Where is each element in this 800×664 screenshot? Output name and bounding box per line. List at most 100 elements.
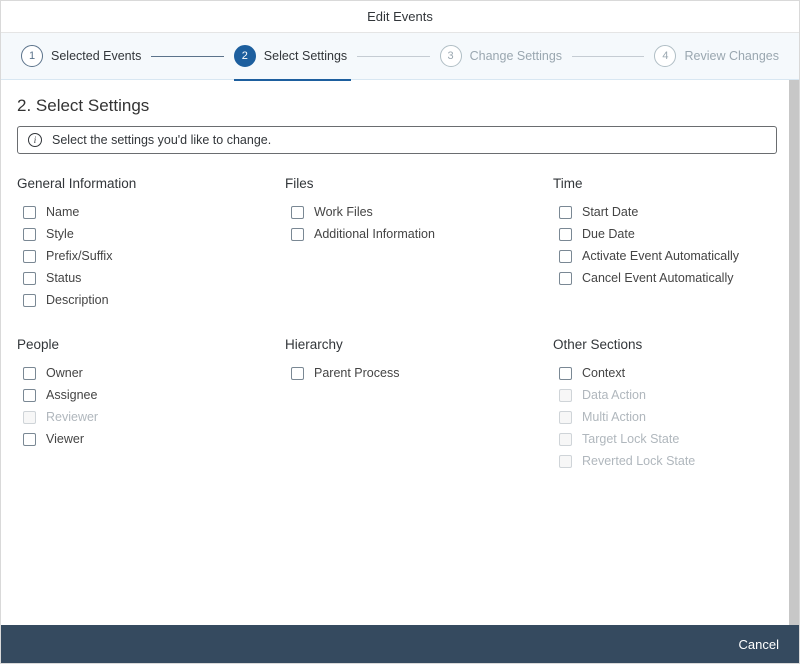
checkbox-due-date[interactable]: Due Date	[553, 223, 777, 245]
wizard-steps: 1 Selected Events 2 Select Settings 3 Ch…	[1, 33, 799, 80]
group-title: General Information	[17, 176, 241, 191]
group-people: People Owner Assignee Reviewer Viewer	[17, 337, 241, 472]
checkbox-label: Work Files	[314, 205, 373, 219]
checkbox-icon[interactable]	[23, 272, 36, 285]
checkbox-icon[interactable]	[559, 206, 572, 219]
checkbox-icon[interactable]	[559, 272, 572, 285]
checkbox-icon[interactable]	[291, 228, 304, 241]
step-label: Select Settings	[264, 49, 347, 63]
checkbox-icon[interactable]	[23, 433, 36, 446]
step-label: Change Settings	[470, 49, 562, 63]
checkbox-label: Viewer	[46, 432, 84, 446]
group-time: Time Start Date Due Date Activate Event …	[553, 176, 777, 311]
checkbox-start-date[interactable]: Start Date	[553, 201, 777, 223]
checkbox-icon[interactable]	[559, 367, 572, 380]
group-title: Time	[553, 176, 777, 191]
checkbox-icon[interactable]	[291, 367, 304, 380]
checkbox-label: Owner	[46, 366, 83, 380]
checkbox-icon[interactable]	[291, 206, 304, 219]
step-number: 4	[654, 45, 676, 67]
step-number: 2	[234, 45, 256, 67]
checkbox-label: Description	[46, 293, 109, 307]
checkbox-label: Additional Information	[314, 227, 435, 241]
dialog-body: 2. Select Settings i Select the settings…	[1, 80, 799, 625]
step-change-settings: 3 Change Settings	[440, 45, 562, 67]
checkbox-context[interactable]: Context	[553, 362, 777, 384]
checkbox-label: Reverted Lock State	[582, 454, 695, 468]
checkbox-icon[interactable]	[23, 228, 36, 241]
checkbox-data-action: Data Action	[553, 384, 777, 406]
checkbox-status[interactable]: Status	[17, 267, 241, 289]
checkbox-icon[interactable]	[23, 250, 36, 263]
checkbox-label: Style	[46, 227, 74, 241]
checkbox-icon[interactable]	[23, 294, 36, 307]
group-general: General Information Name Style Prefix/Su…	[17, 176, 241, 311]
checkbox-icon	[559, 433, 572, 446]
checkbox-icon	[559, 389, 572, 402]
checkbox-cancel-event-automatically[interactable]: Cancel Event Automatically	[553, 267, 777, 289]
checkbox-target-lock-state: Target Lock State	[553, 428, 777, 450]
cancel-button[interactable]: Cancel	[739, 637, 779, 652]
checkbox-label: Reviewer	[46, 410, 98, 424]
checkbox-label: Start Date	[582, 205, 638, 219]
step-connector	[572, 56, 644, 57]
checkbox-reverted-lock-state: Reverted Lock State	[553, 450, 777, 472]
step-number: 1	[21, 45, 43, 67]
info-text: Select the settings you'd like to change…	[52, 133, 271, 147]
group-title: Hierarchy	[285, 337, 509, 352]
scrollbar[interactable]	[789, 80, 799, 625]
checkbox-style[interactable]: Style	[17, 223, 241, 245]
checkbox-label: Activate Event Automatically	[582, 249, 739, 263]
checkbox-icon	[23, 411, 36, 424]
checkbox-name[interactable]: Name	[17, 201, 241, 223]
checkbox-work-files[interactable]: Work Files	[285, 201, 509, 223]
dialog-title: Edit Events	[1, 1, 799, 33]
checkbox-parent-process[interactable]: Parent Process	[285, 362, 509, 384]
checkbox-label: Status	[46, 271, 81, 285]
checkbox-label: Multi Action	[582, 410, 646, 424]
checkbox-icon	[559, 455, 572, 468]
checkbox-prefix-suffix[interactable]: Prefix/Suffix	[17, 245, 241, 267]
checkbox-description[interactable]: Description	[17, 289, 241, 311]
checkbox-reviewer: Reviewer	[17, 406, 241, 428]
step-select-settings[interactable]: 2 Select Settings	[234, 45, 347, 67]
page-title: 2. Select Settings	[17, 96, 777, 116]
checkbox-label: Cancel Event Automatically	[582, 271, 733, 285]
step-connector	[357, 56, 429, 57]
step-review-changes: 4 Review Changes	[654, 45, 779, 67]
settings-row-2: People Owner Assignee Reviewer Viewer Hi…	[17, 337, 777, 472]
group-hierarchy: Hierarchy Parent Process	[285, 337, 509, 472]
checkbox-assignee[interactable]: Assignee	[17, 384, 241, 406]
checkbox-label: Due Date	[582, 227, 635, 241]
group-title: People	[17, 337, 241, 352]
checkbox-icon[interactable]	[23, 367, 36, 380]
checkbox-activate-event-automatically[interactable]: Activate Event Automatically	[553, 245, 777, 267]
checkbox-icon[interactable]	[559, 228, 572, 241]
step-connector	[151, 56, 223, 57]
checkbox-additional-information[interactable]: Additional Information	[285, 223, 509, 245]
group-other-sections: Other Sections Context Data Action Multi…	[553, 337, 777, 472]
info-icon: i	[28, 133, 42, 147]
group-files: Files Work Files Additional Information	[285, 176, 509, 311]
edit-events-dialog: Edit Events 1 Selected Events 2 Select S…	[0, 0, 800, 664]
checkbox-owner[interactable]: Owner	[17, 362, 241, 384]
checkbox-multi-action: Multi Action	[553, 406, 777, 428]
settings-row-1: General Information Name Style Prefix/Su…	[17, 176, 777, 311]
checkbox-label: Data Action	[582, 388, 646, 402]
checkbox-label: Assignee	[46, 388, 97, 402]
checkbox-icon	[559, 411, 572, 424]
checkbox-icon[interactable]	[559, 250, 572, 263]
checkbox-label: Context	[582, 366, 625, 380]
checkbox-icon[interactable]	[23, 206, 36, 219]
step-label: Selected Events	[51, 49, 141, 63]
checkbox-label: Target Lock State	[582, 432, 679, 446]
checkbox-icon[interactable]	[23, 389, 36, 402]
group-title: Other Sections	[553, 337, 777, 352]
step-selected-events[interactable]: 1 Selected Events	[21, 45, 141, 67]
step-number: 3	[440, 45, 462, 67]
group-title: Files	[285, 176, 509, 191]
dialog-footer: Cancel	[1, 625, 799, 663]
checkbox-viewer[interactable]: Viewer	[17, 428, 241, 450]
step-label: Review Changes	[684, 49, 779, 63]
checkbox-label: Parent Process	[314, 366, 399, 380]
